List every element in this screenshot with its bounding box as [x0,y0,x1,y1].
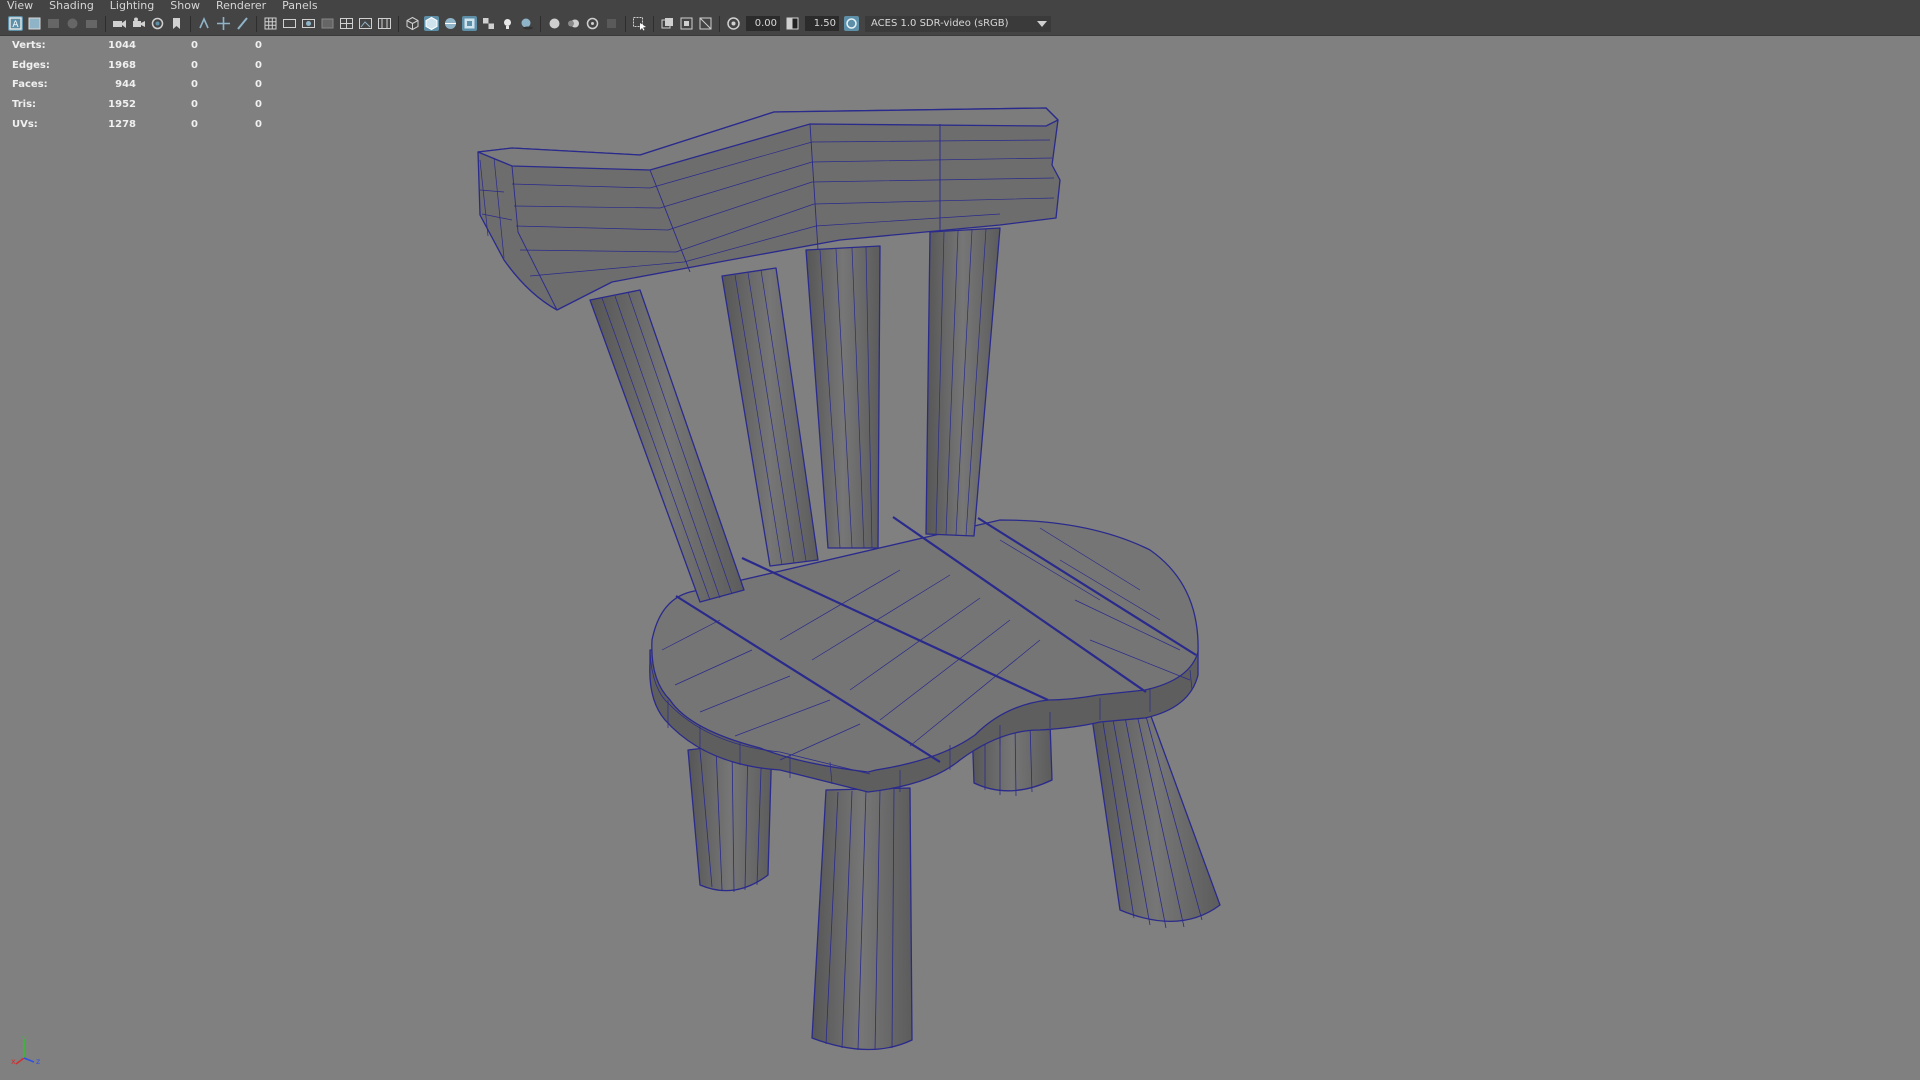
toolbar-separator [540,15,541,32]
view-history-icon[interactable] [84,16,99,31]
svg-text:A: A [12,20,19,30]
hud-value: 1968 [108,59,136,71]
exposure-field[interactable] [746,16,780,31]
hud-row-tris: Tris: 1952 0 0 [12,95,262,115]
toolbar-separator [625,15,626,32]
wireframe-on-shaded-icon[interactable] [443,16,458,31]
x-axis-label: x [11,1057,16,1066]
toolbar-separator [719,15,720,32]
gamma-icon[interactable] [785,16,800,31]
hud-label: Edges: [12,59,50,71]
grid-icon[interactable] [263,16,278,31]
camera-icon[interactable] [112,16,127,31]
resolution-gate-icon[interactable] [301,16,316,31]
chair-spindle-2[interactable] [721,267,819,567]
shadows-icon[interactable] [519,16,534,31]
viewport-toolbar: A ACES 1.0 SDR-video (sRGB) [0,12,1920,36]
chevron-down-icon [1037,20,1047,27]
hud-row-verts: Verts: 1044 0 0 [12,36,262,56]
anti-aliasing-icon[interactable] [585,16,600,31]
toolbar-separator [105,15,106,32]
hud-value: 0 [191,40,198,52]
chair-spindle-3[interactable] [805,245,881,549]
y-axis-label: y [22,1036,27,1043]
z-axis-label: z [36,1057,40,1066]
move-tool-icon[interactable] [216,16,231,31]
safe-action-icon[interactable] [358,16,373,31]
hud-label: Faces: [12,79,48,91]
paint-icon[interactable] [235,16,250,31]
hud-value: 0 [255,59,262,71]
hud-label: UVs: [12,118,38,130]
film-camera-icon[interactable] [131,16,146,31]
hud-row-faces: Faces: 944 0 0 [12,75,262,95]
wireframe-icon[interactable] [405,16,420,31]
hud-value: 0 [255,99,262,111]
toolbar-separator [653,15,654,32]
hud-value: 0 [255,79,262,91]
xray-icon[interactable] [660,16,675,31]
chair-spindle-4[interactable] [925,227,1001,537]
exposure-icon[interactable] [726,16,741,31]
hud-value: 0 [191,118,198,130]
hud-value: 0 [191,99,198,111]
gamma-field[interactable] [805,16,839,31]
viewport-menu-bar: View Shading Lighting Show Renderer Pane… [0,0,1920,12]
menu-lighting[interactable]: Lighting [103,0,163,12]
chair-leg-front-right[interactable] [1091,707,1221,929]
viewport-3d[interactable] [0,36,1920,1080]
menu-show[interactable]: Show [163,0,209,12]
safe-title-icon[interactable] [377,16,392,31]
menu-view[interactable]: View [0,0,42,12]
toolbar-separator [190,15,191,32]
snap-icon[interactable] [197,16,212,31]
field-chart-icon[interactable] [339,16,354,31]
toolbar-separator [256,15,257,32]
hud-value: 0 [255,40,262,52]
chair-leg-front-left[interactable] [811,787,913,1051]
poly-count-hud: Verts: 1044 0 0 Edges: 1968 0 0 Faces: 9… [12,36,262,134]
color-space-label: ACES 1.0 SDR-video (sRGB) [871,18,1009,29]
isolate-select-icon[interactable] [632,16,647,31]
hud-label: Verts: [12,40,46,52]
chair-spindle-1[interactable] [589,289,745,603]
hud-value: 1278 [108,118,136,130]
smooth-shade-icon[interactable] [424,16,439,31]
textured-icon[interactable] [462,16,477,31]
motion-blur-icon[interactable] [566,16,581,31]
x-axis-line [15,1057,25,1065]
film-gate-icon[interactable] [282,16,297,31]
image-plane-icon[interactable] [65,16,80,31]
bookmark-icon[interactable] [46,16,61,31]
hud-value: 0 [191,79,198,91]
xray-active-icon[interactable] [698,16,713,31]
gate-mask-icon[interactable] [320,16,335,31]
use-all-lights-icon[interactable] [500,16,515,31]
hud-row-uvs: UVs: 1278 0 0 [12,114,262,134]
camera-track-icon[interactable] [150,16,165,31]
axis-gizmo-icon: x y z [11,1036,40,1066]
screen-space-ao-icon[interactable] [547,16,562,31]
menu-shading[interactable]: Shading [42,0,103,12]
toolbar-separator [398,15,399,32]
camera-attributes-icon[interactable] [27,16,42,31]
bookmark-flag-icon[interactable] [169,16,184,31]
z-axis-line [23,1057,35,1063]
color-management-icon[interactable] [844,16,859,31]
xray-joints-icon[interactable] [679,16,694,31]
hud-value: 1044 [108,40,136,52]
menu-panels[interactable]: Panels [275,0,326,12]
checker-icon[interactable] [481,16,496,31]
hud-value: 944 [115,79,136,91]
menu-renderer[interactable]: Renderer [209,0,275,12]
wooden-chair-model[interactable] [477,107,1221,1051]
hud-value: 1952 [108,99,136,111]
hud-label: Tris: [12,99,37,111]
select-camera-icon[interactable]: A [8,16,23,31]
color-space-dropdown[interactable]: ACES 1.0 SDR-video (sRGB) [865,15,1051,32]
depth-of-field-icon[interactable] [604,16,619,31]
hud-value: 0 [255,118,262,130]
hud-row-edges: Edges: 1968 0 0 [12,56,262,76]
hud-value: 0 [191,59,198,71]
